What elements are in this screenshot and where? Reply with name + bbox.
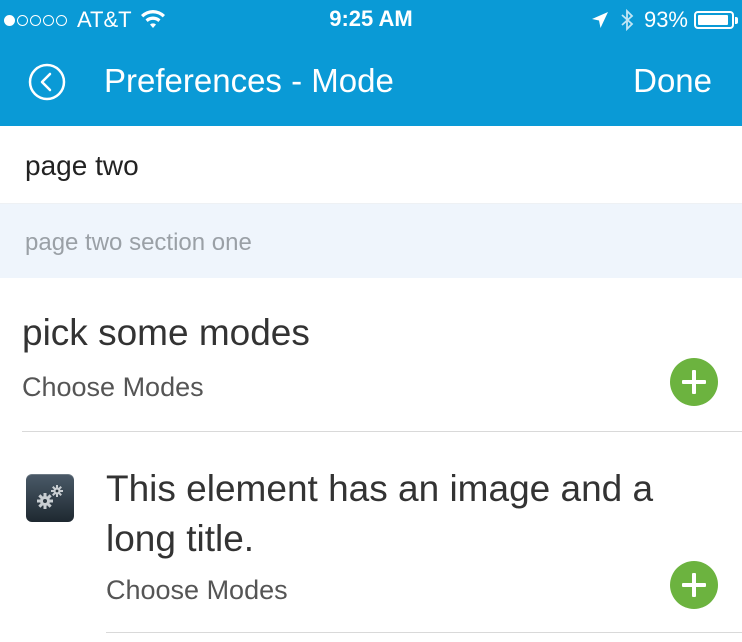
list-item[interactable]: pick some modes Choose Modes (0, 278, 742, 432)
list-item-title: pick some modes (22, 312, 310, 353)
section-header-label: page two section one (25, 229, 252, 256)
gears-icon (26, 474, 74, 522)
status-right: 93% (590, 6, 738, 34)
gears-icon-graphic (37, 485, 63, 509)
list-item-subtitle: Choose Modes (106, 575, 288, 605)
page-name: page two (25, 150, 139, 181)
status-bar: AT&T 9:25 AM 93% (0, 0, 742, 40)
navigation-bar: Preferences - Mode Done (0, 40, 742, 126)
battery-percent: 93% (643, 7, 688, 32)
battery-fill (698, 15, 728, 25)
list-item-subtitle: Choose Modes (22, 372, 204, 402)
location-arrow-icon (591, 12, 608, 28)
list-item-title: This element has an image and a long tit… (106, 468, 654, 559)
battery-icon (694, 11, 738, 29)
section-header: page two section one (0, 204, 742, 278)
add-button[interactable] (670, 561, 718, 609)
divider (106, 632, 742, 633)
bluetooth-icon (621, 8, 634, 32)
page-title: Preferences - Mode (104, 62, 394, 99)
chevron-left-circle-icon[interactable] (28, 63, 66, 101)
list-item[interactable]: This element has an image and a long tit… (0, 432, 742, 642)
add-button[interactable] (670, 358, 718, 406)
page-name-row: page two (0, 126, 742, 204)
done-button[interactable]: Done (633, 62, 712, 100)
